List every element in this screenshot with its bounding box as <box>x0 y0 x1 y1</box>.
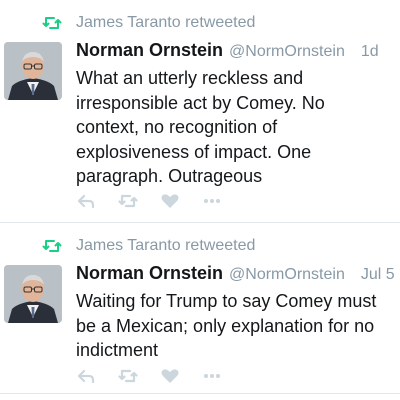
retweet-context: James Taranto retweeted <box>42 235 255 257</box>
tweet-actions <box>76 190 244 212</box>
author-name[interactable]: Norman Ornstein <box>76 263 223 284</box>
tweet-text: What an utterly reckless and irresponsib… <box>76 68 325 186</box>
tweet[interactable]: James Taranto retweeted Norman Ornstein … <box>0 0 400 222</box>
retweet-icon[interactable] <box>118 368 138 384</box>
tweet-header: Norman Ornstein @NormOrnstein Jul 5 <box>76 263 400 287</box>
avatar[interactable] <box>4 42 62 100</box>
retweeted-by-label[interactable]: James Taranto retweeted <box>76 14 255 32</box>
retweeted-by-label[interactable]: James Taranto retweeted <box>76 237 255 255</box>
retweet-icon <box>42 238 62 254</box>
avatar[interactable] <box>4 265 62 323</box>
heart-icon[interactable] <box>160 193 180 209</box>
tweet-header: Norman Ornstein @NormOrnstein 1d <box>76 40 400 64</box>
more-icon[interactable] <box>202 368 222 384</box>
retweet-context: James Taranto retweeted <box>42 12 255 34</box>
heart-icon[interactable] <box>160 368 180 384</box>
retweet-icon[interactable] <box>118 193 138 209</box>
tweet-actions <box>76 365 244 387</box>
author-name[interactable]: Norman Ornstein <box>76 40 223 61</box>
author-handle[interactable]: @NormOrnstein <box>229 266 345 284</box>
divider <box>0 393 400 394</box>
more-icon[interactable] <box>202 193 222 209</box>
reply-icon[interactable] <box>76 368 96 384</box>
tweet-text: Waiting for Trump to say Comey must be a… <box>76 291 377 360</box>
author-handle[interactable]: @NormOrnstein <box>229 43 345 61</box>
reply-icon[interactable] <box>76 193 96 209</box>
timestamp[interactable]: 1d <box>361 43 379 61</box>
tweet[interactable]: James Taranto retweeted Norman Ornstein … <box>0 222 400 400</box>
retweet-icon <box>42 15 62 31</box>
timestamp[interactable]: Jul 5 <box>361 266 395 284</box>
